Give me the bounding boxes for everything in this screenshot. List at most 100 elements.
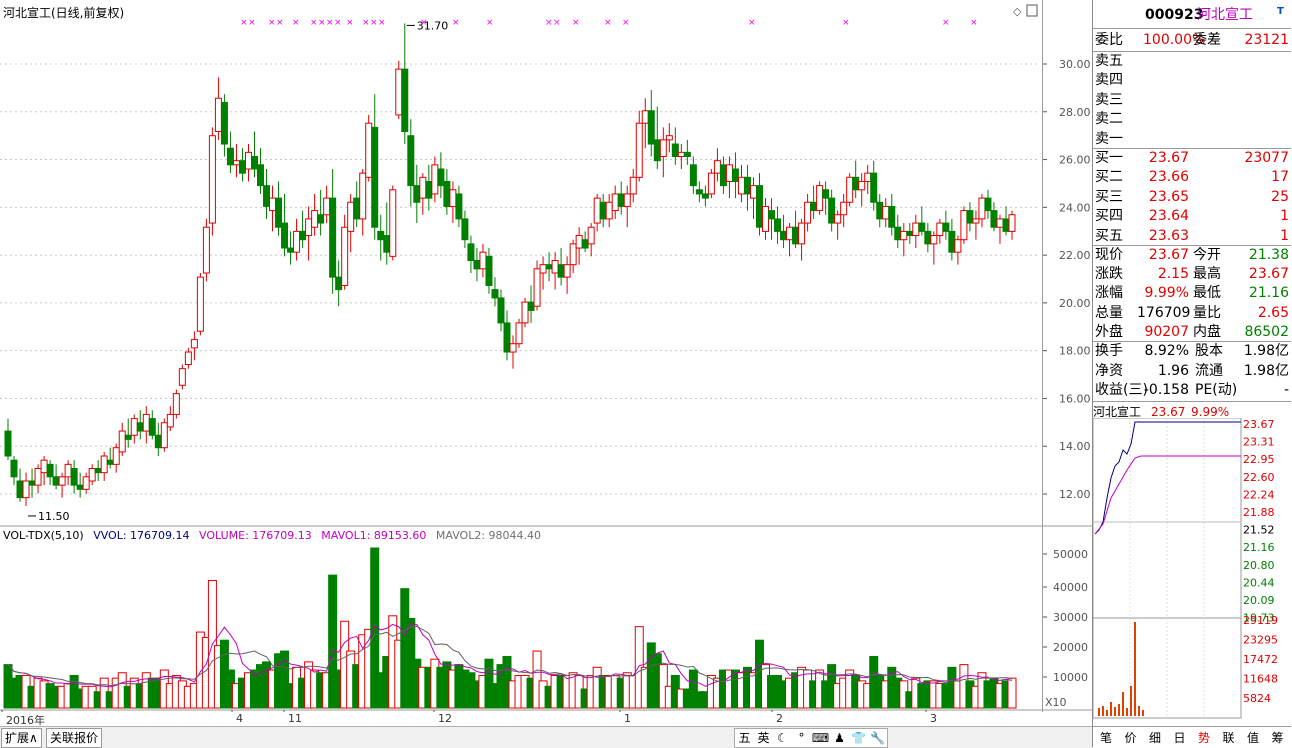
mini-vol-tick: 23295 — [1243, 634, 1278, 647]
ime-button[interactable]: ⌨ — [811, 729, 830, 747]
stat-label: 量比 — [1193, 304, 1221, 321]
candle-body — [4, 430, 12, 457]
stat-row: 现价 23.67 今开 21.38 — [1093, 246, 1291, 265]
candle-body — [569, 243, 577, 266]
fund-value: 1.96 — [1157, 362, 1189, 379]
price-tick-label: 16.00 — [1059, 392, 1091, 405]
candle-body — [599, 201, 607, 220]
t-icon[interactable]: T — [1277, 2, 1284, 21]
signal-marker: × — [310, 18, 318, 28]
candle-body — [858, 180, 866, 191]
vol-indicator-name: VOL-TDX(5,10) — [3, 529, 84, 542]
signal-marker: × — [572, 18, 580, 28]
panel-tab[interactable]: 联 — [1218, 729, 1240, 746]
mini-price-tick: 20.80 — [1243, 559, 1275, 572]
signal-marker: × — [842, 18, 850, 28]
weicha-label: 委差 — [1193, 32, 1221, 48]
mini-price-tick: 21.52 — [1243, 524, 1275, 537]
kline-chart-area[interactable]: 31.70 11.50 × × × × × × × × × × × × × × × × × × × × × × × × × ◇ 河北宣… — [0, 0, 1043, 727]
candle-body — [473, 260, 481, 270]
candle-body — [930, 235, 938, 245]
candle-body — [737, 176, 745, 195]
candle-body — [443, 180, 451, 207]
candle-body — [172, 393, 180, 415]
ime-button[interactable]: ° — [792, 729, 811, 747]
quote-panel: 000923 河北宣工 T 委比 100.00% 委差 23121 卖五 卖四 卖三… — [1092, 0, 1292, 747]
panel-tab[interactable]: 势 — [1193, 729, 1215, 746]
panel-tab[interactable]: 价 — [1120, 729, 1142, 746]
stat-label: 现价 — [1095, 247, 1123, 263]
diamond-icon[interactable]: ◇ — [1013, 5, 1022, 18]
signal-marker: × — [346, 18, 354, 28]
kline-chart[interactable]: 31.7011.50× × × × × × × × × × × × × × × × × × × × × × × × ×◇ — [0, 0, 1042, 712]
signal-marker: × — [970, 18, 978, 28]
panel-tab[interactable]: 日 — [1169, 729, 1191, 746]
fund-value: 1.98亿 — [1243, 343, 1289, 359]
ime-button[interactable]: 英 — [754, 729, 773, 747]
signal-marker: × — [452, 18, 460, 28]
expand-button[interactable]: 扩展∧ — [1, 728, 42, 748]
buy-price: 23.64 — [1148, 208, 1189, 225]
candle-body — [202, 226, 210, 274]
buy-price: 23.65 — [1148, 188, 1189, 205]
candle-body — [996, 218, 1004, 228]
signal-marker: × — [318, 18, 326, 28]
vol-tick-label: 40000 — [1053, 581, 1088, 594]
stock-code: 000923 — [1145, 7, 1204, 23]
ime-button[interactable]: 🔧 — [868, 729, 887, 747]
bottom-bar: 扩展∧ 关联报价 五英 ☾ ° ⌨ ♟ 👕 🔧 — [0, 726, 1092, 748]
stat-value: 2.15 — [1157, 266, 1189, 283]
ime-toolbar[interactable]: 五英 ☾ ° ⌨ ♟ 👕 🔧 — [734, 728, 888, 748]
panel-tab[interactable]: 细 — [1144, 729, 1166, 746]
stat-label: 涨跌 — [1095, 266, 1123, 283]
candle-body — [653, 139, 661, 162]
candle-body — [984, 197, 992, 212]
candle-body — [88, 468, 96, 482]
axis-svg: 30.00 28.00 26.00 24.00 22.00 20.00 18.00 16.00… — [1043, 58, 1093, 711]
weibi-value: 100.00% — [1143, 32, 1206, 48]
stat-row: 外盘 90207 内盘 86502 — [1093, 323, 1291, 342]
candle-body — [948, 230, 956, 253]
panel-tab[interactable]: 值 — [1242, 729, 1264, 746]
ime-button[interactable]: 👕 — [849, 729, 868, 747]
signal-marker: × — [748, 18, 756, 28]
signal-marker: × — [942, 18, 950, 28]
candle-body — [557, 264, 565, 278]
candle-body — [281, 222, 289, 249]
candle-body — [822, 189, 830, 199]
stat-row: 涨跌 2.15 最高 23.67 — [1093, 265, 1291, 284]
candle-body — [816, 185, 824, 212]
panel-tab[interactable]: 筹 — [1267, 729, 1289, 746]
candle-body — [635, 122, 643, 178]
candle-body — [587, 226, 595, 245]
restore-icon[interactable] — [1026, 4, 1038, 17]
mini-price-tick: 23.31 — [1243, 436, 1275, 449]
mini-price-tick: 23.67 — [1243, 418, 1275, 431]
related-quote-button[interactable]: 关联报价 — [46, 728, 103, 748]
ime-button[interactable]: ♟ — [830, 729, 849, 747]
buy-label: 买五 — [1095, 227, 1123, 244]
candle-body — [491, 289, 499, 299]
candle-body — [882, 205, 890, 220]
candle-body — [846, 176, 854, 203]
mini-price-tick: 22.95 — [1243, 453, 1275, 466]
sell-row: 卖二 — [1093, 110, 1291, 129]
candle-body — [353, 197, 361, 220]
signal-marker: × — [553, 18, 561, 28]
candle-body — [689, 164, 697, 187]
candle-body — [130, 418, 138, 436]
panel-tab[interactable]: 笔 — [1095, 729, 1117, 746]
fund-label: 股本 — [1195, 343, 1223, 359]
candle-body — [563, 264, 571, 278]
price-tick-label: 14.00 — [1059, 440, 1091, 453]
stat-label: 最高 — [1193, 266, 1221, 283]
intraday-mini-chart[interactable]: 23.67 23.31 22.95 22.60 22.24 21.88 21.52 21.16… — [1093, 418, 1291, 723]
signal-marker: × — [604, 18, 612, 28]
signal-marker: × — [622, 18, 630, 28]
ime-button[interactable]: 五 — [735, 729, 754, 747]
ime-button[interactable]: ☾ — [773, 729, 792, 747]
candle-body — [774, 218, 782, 232]
buy-volume: 25 — [1271, 188, 1289, 205]
candle-body — [497, 297, 505, 324]
candle-body — [479, 251, 487, 270]
